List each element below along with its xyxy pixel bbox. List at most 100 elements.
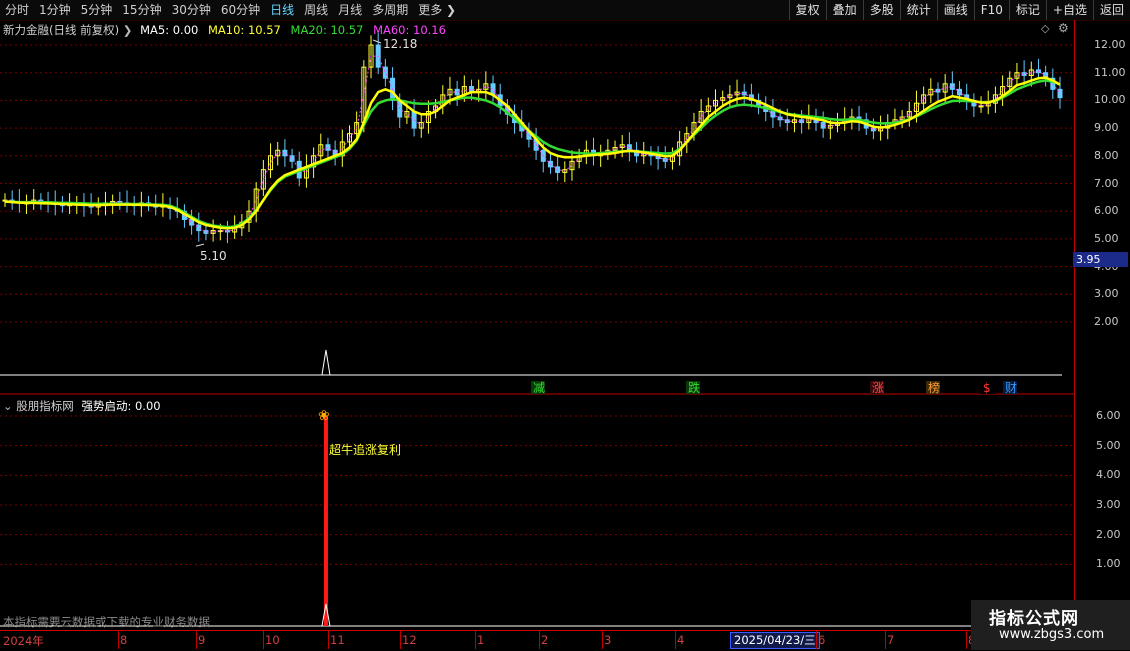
toolbar-button-0[interactable]: 复权 — [788, 0, 826, 20]
month-tick: 8 — [120, 633, 128, 647]
volume-spike — [321, 349, 331, 376]
period-tab-3[interactable]: 15分钟 — [117, 0, 166, 20]
main-kline-chart[interactable]: 12.18 5.10 减 跌 涨 榜 $ 财 — [0, 20, 1075, 395]
month-tick: 9 — [198, 633, 206, 647]
ma20-label: MA20: 10.57 — [290, 23, 364, 37]
month-separator — [328, 631, 329, 649]
current-price-tag: 3.95 — [1073, 252, 1128, 267]
toolbar-button-1[interactable]: 叠加 — [825, 0, 863, 20]
watermark-url: www.zbgs3.com — [999, 627, 1105, 642]
month-separator — [263, 631, 264, 649]
candle-body — [978, 105, 984, 108]
period-tab-8[interactable]: 月线 — [333, 0, 367, 20]
watermark-title: 指标公式网 — [989, 609, 1079, 629]
period-tab-1[interactable]: 1分钟 — [34, 0, 76, 20]
month-separator — [539, 631, 540, 649]
month-separator — [400, 631, 401, 649]
month-separator — [816, 631, 817, 649]
y-tick-main: 2.00 — [1094, 315, 1119, 328]
signal-bar — [323, 416, 328, 626]
indicator-chart[interactable]: ❀ 超牛追涨复利 — [0, 396, 1075, 630]
month-tick: 11 — [330, 633, 345, 647]
year-label: 2024年 — [3, 634, 44, 648]
top-toolbar: 分时 1分钟 5分钟 15分钟 30分钟 60分钟 日线 周线 月线 多周期 更多 ❯ 复权 叠加 多股… — [0, 0, 1130, 21]
period-tab-5[interactable]: 60分钟 — [216, 0, 265, 20]
period-tabs: 分时 1分钟 5分钟 15分钟 30分钟 60分钟 日线 周线 月线 多周期 更多 ❯ — [0, 0, 461, 20]
action-buttons: 复权 叠加 多股 统计 画线 F10 标记 +自选 返回 — [788, 0, 1130, 20]
month-separator — [602, 631, 603, 649]
y-tick-main: 3.00 — [1094, 287, 1119, 301]
diamond-icon[interactable]: ◇ — [1041, 22, 1049, 35]
low-arrow — [195, 243, 205, 247]
event-badge: 跌 — [688, 380, 700, 395]
month-tick: 12 — [402, 633, 417, 647]
period-tab-0[interactable]: 分时 — [0, 0, 34, 20]
collapse-icon[interactable]: ❯ — [123, 23, 133, 37]
month-separator — [885, 631, 886, 649]
period-tab-10[interactable]: 更多 ❯ — [413, 0, 461, 20]
ma5-label: MA5: 0.00 — [140, 23, 199, 37]
footer-note: 本指标需要云数据或下载的专业财务数据 — [3, 615, 210, 629]
period-tab-4[interactable]: 30分钟 — [167, 0, 216, 20]
ma60-label: MA60: 10.16 — [373, 23, 446, 37]
watermark: 指标公式网 www.zbgs3.com — [971, 600, 1130, 650]
month-tick: 4 — [677, 633, 685, 647]
high-label: 12.18 — [383, 37, 417, 51]
y-tick-indicator: 4.00 — [1096, 468, 1121, 482]
y-tick-indicator: 6.00 — [1096, 409, 1121, 422]
month-tick: 10 — [265, 633, 280, 647]
candle-body — [196, 224, 202, 232]
y-tick-main: 7.00 — [1094, 176, 1119, 190]
right-axis — [1074, 20, 1075, 630]
toolbar-button-3[interactable]: 统计 — [899, 0, 937, 20]
event-badge: 榜 — [928, 380, 940, 395]
month-separator — [475, 631, 476, 649]
high-arrow — [372, 39, 382, 44]
y-tick-main: 11.00 — [1094, 65, 1126, 79]
y-tick-main: 8.00 — [1094, 148, 1119, 162]
toolbar-button-6[interactable]: 标记 — [1008, 0, 1046, 20]
y-tick-main: 5.00 — [1094, 231, 1119, 245]
month-separator — [675, 631, 676, 649]
low-label: 5.10 — [200, 249, 227, 263]
event-badge: 涨 — [872, 380, 884, 395]
event-badge: $ — [983, 381, 991, 395]
month-separator — [966, 631, 967, 649]
period-tab-9[interactable]: 多周期 — [367, 0, 413, 20]
month-separator — [118, 631, 119, 649]
toolbar-button-2[interactable]: 多股 — [862, 0, 900, 20]
gear-icon[interactable]: ⚙ — [1058, 21, 1069, 35]
cursor-date: 2025/04/23/三 — [730, 632, 820, 649]
stock-title[interactable]: 新力金融(日线 前复权) — [3, 23, 119, 37]
month-tick: 2 — [541, 633, 549, 647]
y-tick-indicator: 5.00 — [1096, 438, 1121, 452]
candle-body — [949, 83, 955, 90]
toolbar-button-8[interactable]: 返回 — [1092, 0, 1130, 20]
month-tick: 1 — [477, 633, 485, 647]
y-tick-main: 12.00 — [1094, 38, 1126, 51]
month-tick: 6 — [818, 633, 826, 647]
y-tick-indicator: 1.00 — [1096, 557, 1121, 571]
candle-body — [382, 66, 388, 79]
signal-label: 超牛追涨复利 — [329, 442, 401, 457]
event-badge: 财 — [1005, 381, 1017, 395]
ma10-label: MA10: 10.57 — [208, 23, 281, 37]
month-separator — [196, 631, 197, 649]
period-tab-6[interactable]: 日线 — [265, 0, 299, 20]
event-badge: 减 — [533, 381, 545, 395]
period-tab-2[interactable]: 5分钟 — [76, 0, 118, 20]
month-tick: 3 — [604, 633, 612, 647]
y-tick-main: 9.00 — [1094, 121, 1119, 135]
y-tick-main: 10.00 — [1094, 93, 1126, 107]
toolbar-button-7[interactable]: +自选 — [1045, 0, 1093, 20]
date-axis: 2024年 2025/04/23/三 891011121234678 — [0, 630, 1075, 651]
y-tick-indicator: 2.00 — [1096, 527, 1121, 541]
main-panel-header: 新力金融(日线 前复权) ❯ MA5: 0.00 MA10: 10.57 MA2… — [3, 22, 446, 38]
y-tick-indicator: 3.00 — [1096, 498, 1121, 511]
month-tick: 7 — [887, 633, 895, 647]
y-tick-main: 6.00 — [1094, 204, 1119, 218]
period-tab-7[interactable]: 周线 — [299, 0, 333, 20]
toolbar-button-5[interactable]: F10 — [973, 0, 1009, 20]
butterfly-icon: ❀ — [318, 408, 330, 424]
toolbar-button-4[interactable]: 画线 — [936, 0, 974, 20]
